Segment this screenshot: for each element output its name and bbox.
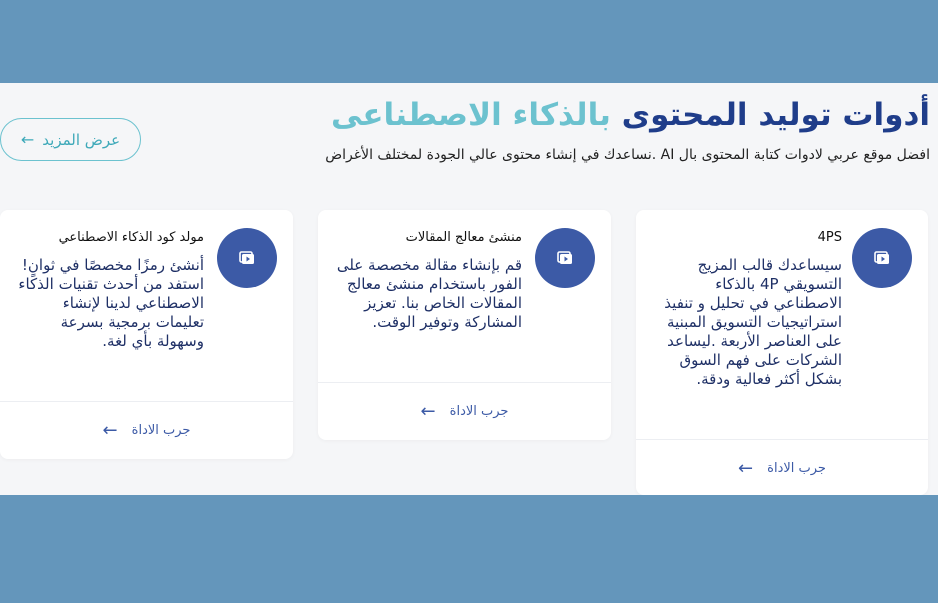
tool-card-title: 4PS bbox=[817, 230, 842, 245]
try-tool-label: جرب الاداة bbox=[131, 422, 191, 438]
tool-card-title: منشئ معالج المقالات bbox=[405, 230, 522, 245]
try-tool-label: جرب الاداة bbox=[449, 403, 509, 419]
show-more-button[interactable]: عرض المزيد ← bbox=[0, 118, 141, 161]
section-title: أدوات توليد المحتوى بالذكاء الاصطناعى bbox=[331, 95, 930, 135]
try-tool-link[interactable]: جرب الاداة ← bbox=[636, 456, 928, 480]
section-title-accent: بالذكاء الاصطناعى bbox=[331, 97, 611, 133]
try-tool-link[interactable]: جرب الاداة ← bbox=[0, 418, 293, 442]
card-divider bbox=[636, 439, 928, 440]
tool-card-description: قم بإنشاء مقالة مخصصة على الفور باستخدام… bbox=[336, 256, 522, 331]
tool-card-4ps[interactable]: 4PS سيساعدك قالب المزيج التسويقي 4P بالذ… bbox=[636, 210, 928, 495]
section-subtitle: افضل موقع عربي لادوات كتابة المحتوى بال … bbox=[325, 147, 930, 163]
tools-section: أدوات توليد المحتوى بالذكاء الاصطناعى اف… bbox=[0, 83, 938, 495]
card-divider bbox=[318, 382, 611, 383]
arrow-left-icon: ← bbox=[20, 130, 35, 149]
video-play-icon bbox=[217, 228, 277, 288]
show-more-label: عرض المزيد bbox=[42, 130, 121, 149]
arrow-left-icon: ← bbox=[738, 457, 754, 479]
tool-card-description: أنشئ رمزًا مخصصًا في ثوانٍ! استفد من أحد… bbox=[18, 256, 204, 350]
tool-card-title: مولد كود الذكاء الاصطناعي bbox=[58, 230, 204, 245]
section-title-main: أدوات توليد المحتوى bbox=[621, 97, 930, 133]
video-play-icon bbox=[852, 228, 912, 288]
video-play-icon bbox=[535, 228, 595, 288]
tool-card-description: سيساعدك قالب المزيج التسويقي 4P بالذكاء … bbox=[664, 256, 842, 388]
tool-card-ai-code-generator[interactable]: مولد كود الذكاء الاصطناعي أنشئ رمزًا مخص… bbox=[0, 210, 293, 459]
arrow-left-icon: ← bbox=[420, 400, 436, 422]
card-divider bbox=[0, 401, 293, 402]
try-tool-link[interactable]: جرب الاداة ← bbox=[318, 399, 611, 423]
try-tool-label: جرب الاداة bbox=[767, 460, 826, 476]
tool-card-article-wizard[interactable]: منشئ معالج المقالات قم بإنشاء مقالة مخصص… bbox=[318, 210, 611, 440]
arrow-left-icon: ← bbox=[102, 419, 118, 441]
